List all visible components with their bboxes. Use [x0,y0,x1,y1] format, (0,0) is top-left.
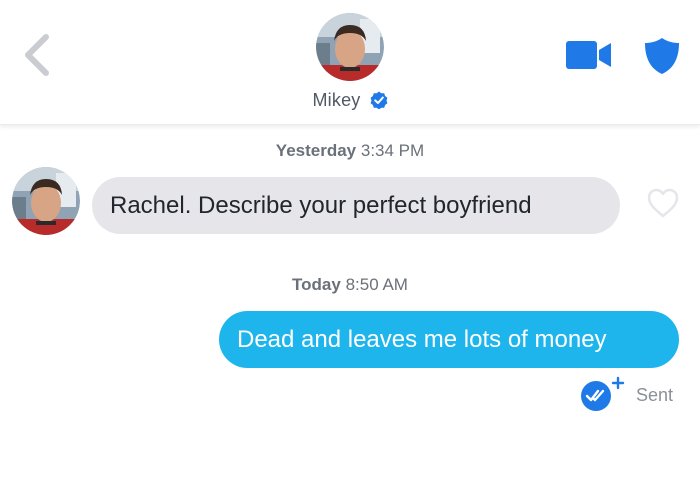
timestamp-day: Today [292,275,341,294]
timestamp-time: 3:34 PM [360,141,425,160]
video-camera-icon[interactable] [565,40,613,70]
contact-avatar[interactable] [316,13,384,81]
timestamp-time: 8:50 AM [345,275,408,294]
outgoing-message-text: Dead and leaves me lots of money [237,326,607,353]
timestamp-yesterday: Yesterday 3:34 PM [0,141,700,161]
chat-header: Mikey [0,0,700,125]
chevron-left-icon[interactable] [18,32,58,78]
double-check-add-icon[interactable] [578,376,626,412]
incoming-message-bubble[interactable]: Rachel. Describe your perfect boyfriend [92,177,620,234]
contact-name-row[interactable]: Mikey [0,89,700,111]
heart-outline-icon[interactable] [646,187,680,219]
verified-badge-icon [370,91,387,110]
shield-icon[interactable] [644,37,680,75]
outgoing-message-bubble[interactable]: Dead and leaves me lots of money [219,311,679,368]
timestamp-day: Yesterday [275,141,357,160]
timestamp-today: Today 8:50 AM [0,275,700,295]
message-status-label: Sent [636,385,674,405]
contact-name: Mikey [312,89,361,110]
sender-avatar[interactable] [12,167,80,235]
incoming-message-text: Rachel. Describe your perfect boyfriend [110,192,532,219]
